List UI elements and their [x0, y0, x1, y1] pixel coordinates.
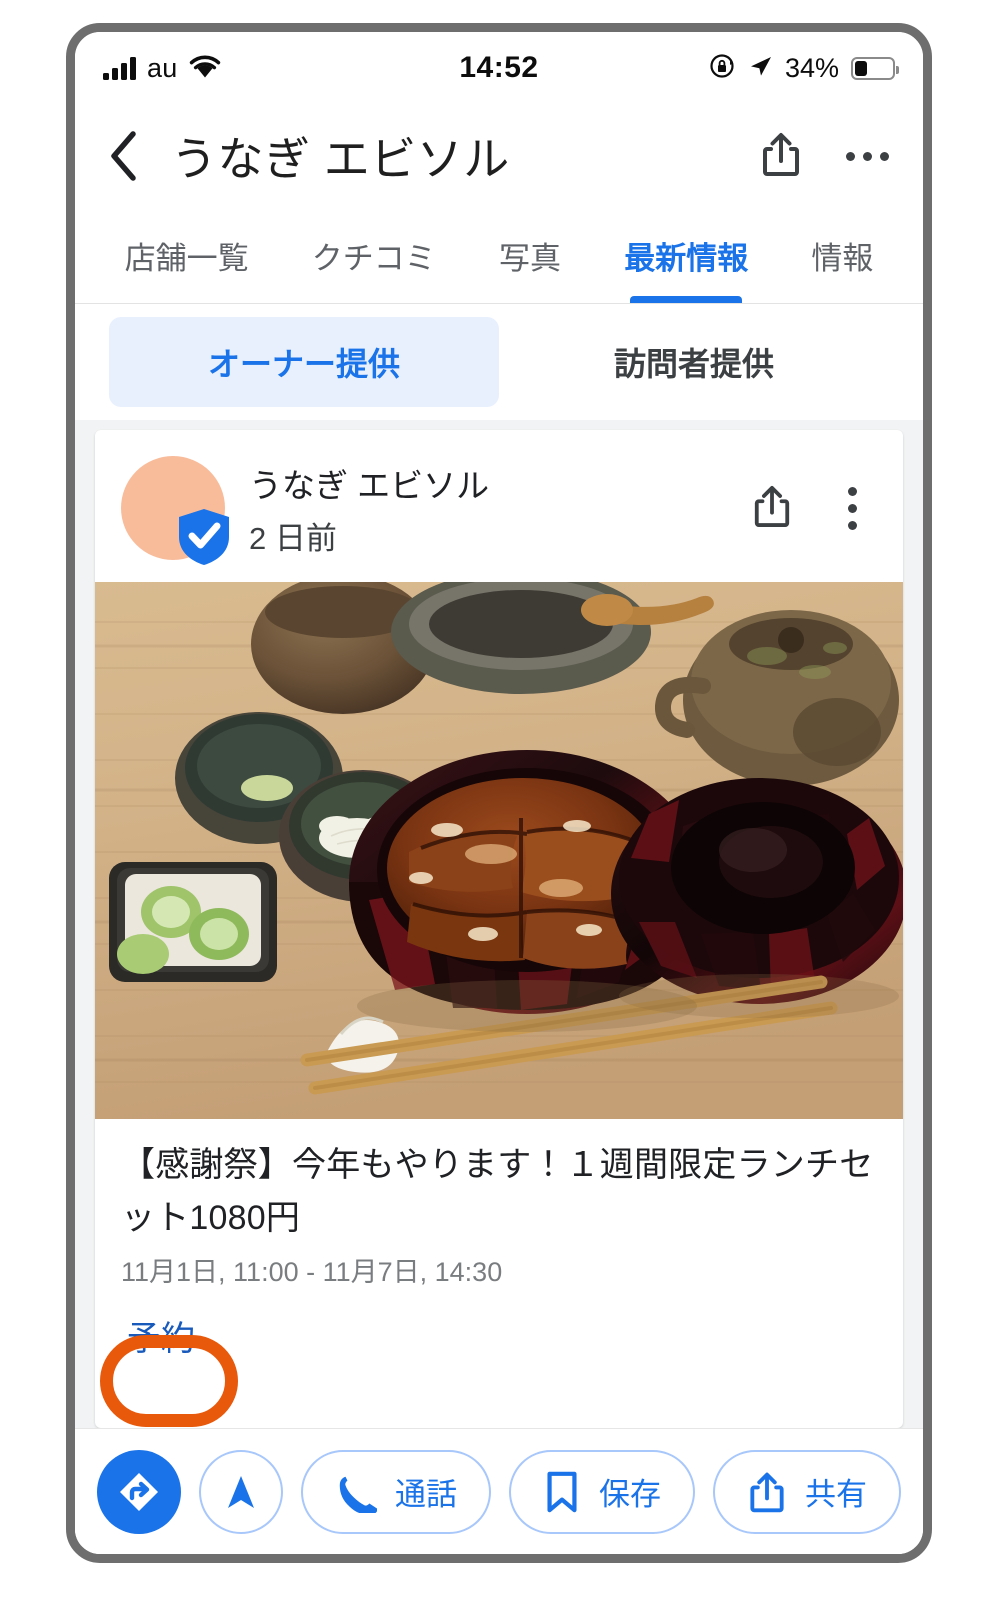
reserve-link[interactable]: 予約 — [127, 1311, 195, 1360]
tab-bar: 店舗一覧 クチコミ 写真 最新情報 情報 — [75, 208, 923, 304]
post-card[interactable]: うなぎ エビソル 2 日前 【感謝祭】今年もやります！１週間限定ランチセット10… — [95, 430, 903, 1428]
tab-reviews[interactable]: クチコミ — [280, 208, 467, 303]
verified-shield-icon — [179, 509, 229, 565]
navigation-arrow-icon — [228, 1475, 254, 1508]
header-share-button[interactable] — [760, 130, 802, 183]
back-chevron-icon — [111, 131, 136, 181]
call-button[interactable]: 通話 — [301, 1449, 491, 1534]
share-icon — [750, 1472, 784, 1512]
save-button-label: 保存 — [599, 1477, 661, 1512]
segment-owner-posts[interactable]: オーナー提供 — [109, 317, 499, 407]
tab-info[interactable]: 情報 — [780, 208, 905, 303]
signal-bars-icon — [103, 56, 136, 80]
more-horizontal-icon[interactable] — [842, 142, 893, 171]
more-vertical-icon[interactable] — [838, 483, 867, 534]
post-photo[interactable] — [95, 582, 903, 1119]
source-filter: オーナー提供 訪問者提供 — [75, 304, 923, 420]
share-button[interactable]: 共有 — [713, 1449, 901, 1534]
post-date-range: 11月1日, 11:00 - 11月7日, 14:30 — [121, 1257, 503, 1288]
location-arrow-icon — [747, 53, 773, 84]
post-header: うなぎ エビソル 2 日前 — [95, 430, 903, 582]
post-author: うなぎ エビソル — [249, 466, 490, 504]
header-actions — [760, 130, 893, 183]
post-share-button[interactable] — [752, 483, 792, 534]
directions-icon — [120, 1472, 158, 1511]
app-header: うなぎ エビソル — [75, 104, 923, 208]
battery-percent-label: 34% — [784, 52, 839, 83]
back-button[interactable] — [99, 131, 149, 181]
post-header-text: うなぎ エビソル 2 日前 — [249, 459, 489, 558]
phone-frame: au 14:52 34% うなぎ エビソル 店舗一覧 クチコミ 写真 最新情報 … — [66, 23, 932, 1563]
bottom-action-bar: 通話 保存 共有 — [75, 1428, 923, 1554]
post-title: 【感謝祭】今年もやります！１週間限定ランチセット1080円 — [121, 1146, 874, 1237]
segment-visitor-posts[interactable]: 訪問者提供 — [499, 317, 889, 407]
status-bar-left: au — [103, 53, 222, 84]
unagi-donburi-photo — [95, 582, 903, 1119]
post-feed: うなぎ エビソル 2 日前 【感謝祭】今年もやります！１週間限定ランチセット10… — [75, 420, 923, 1428]
post-header-actions — [752, 483, 877, 534]
tab-stores[interactable]: 店舗一覧 — [93, 208, 280, 303]
post-body: 【感謝祭】今年もやります！１週間限定ランチセット1080円 11月1日, 11:… — [95, 1119, 903, 1360]
battery-icon — [851, 56, 899, 80]
screenshot-root: au 14:52 34% うなぎ エビソル 店舗一覧 クチコミ 写真 最新情報 … — [0, 0, 1000, 1600]
call-button-label: 通話 — [395, 1477, 457, 1512]
status-bar: au 14:52 34% — [75, 32, 923, 104]
directions-button[interactable] — [97, 1449, 181, 1534]
carrier-label: au — [147, 52, 178, 83]
share-icon — [763, 132, 799, 176]
phone-screen: au 14:52 34% うなぎ エビソル 店舗一覧 クチコミ 写真 最新情報 … — [75, 32, 923, 1554]
share-icon — [754, 485, 790, 527]
tab-photos[interactable]: 写真 — [467, 208, 592, 303]
page-title: うなぎ エビソル — [171, 133, 510, 185]
phone-icon — [339, 1476, 377, 1513]
navigate-button[interactable] — [199, 1449, 283, 1534]
share-button-label: 共有 — [805, 1477, 867, 1512]
wifi-icon — [188, 53, 222, 84]
avatar — [121, 456, 229, 565]
tab-updates[interactable]: 最新情報 — [593, 208, 780, 303]
post-timestamp: 2 日前 — [249, 520, 337, 556]
status-bar-right: 34% — [709, 52, 899, 84]
save-button[interactable]: 保存 — [509, 1449, 695, 1534]
rotation-lock-icon — [709, 53, 735, 84]
bookmark-icon — [547, 1471, 577, 1512]
